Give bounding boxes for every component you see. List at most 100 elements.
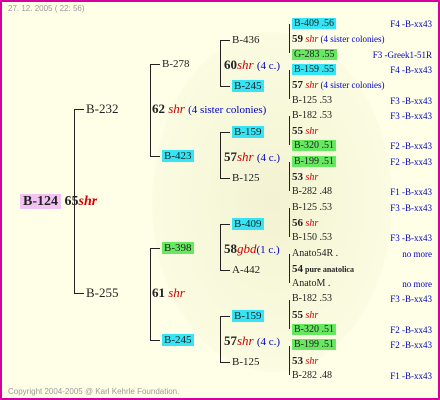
gen4-row: 56 shr [292, 217, 318, 230]
sire-note: (4 sister colonies) [188, 104, 267, 116]
gen4-id: B-199 .51 [292, 156, 336, 167]
connector-line [289, 70, 290, 99]
sire-id: B-232 [86, 101, 119, 116]
connector-line [289, 162, 290, 191]
gen3-g: B-159 [232, 310, 264, 322]
gen3-b: B-245 [232, 80, 264, 92]
dam-mating: 61 shr [152, 286, 185, 300]
gen4-race: shr [303, 126, 319, 137]
connector-root [74, 109, 75, 293]
mating-e: 58gbd(1 c.) [224, 242, 280, 257]
connector-line [220, 224, 221, 270]
gen4-origin: F3 -B-xx43 [390, 111, 432, 121]
sire-race: shr [168, 101, 185, 116]
gen4-origin: F4 -B-xx43 [390, 19, 432, 29]
timestamp: 27. 12. 2005 ( 22: 56) [8, 4, 85, 13]
connector-line [220, 362, 230, 363]
gen4-row: B-320 .51 [292, 324, 336, 336]
gen3-h: B-125 [232, 356, 260, 368]
gen4-id: B-150 .53 [292, 232, 332, 243]
connector-line [220, 270, 230, 271]
gen4-id: B-282 .48 [292, 370, 332, 381]
gen4-origin: no more [402, 249, 432, 259]
gen4-id: B-125 .53 [292, 202, 332, 213]
gen4-id: 55 [292, 309, 303, 321]
gen4-race: shr [303, 172, 319, 183]
mating-a-note: (4 c.) [256, 60, 281, 72]
gen4-id: B-182 .53 [292, 110, 332, 121]
mating-g-code: 57 [224, 333, 237, 348]
gen4-row: B-125 .53 [292, 202, 332, 214]
gen4-origin: F3 -B-xx43 [390, 96, 432, 106]
gen3-d: B-125 [232, 172, 260, 184]
connector-line [150, 340, 160, 341]
mating-g-note: (4 c.) [256, 336, 281, 348]
gen4-row: B-199 .51 [292, 156, 336, 168]
sire-code: 62 [152, 101, 165, 116]
connector-line [289, 254, 290, 283]
root-queen: B-124 65shr [20, 194, 97, 210]
gen4-id: B-282 .48 [292, 186, 332, 197]
gen4-id: 53 [292, 171, 303, 183]
connector-line [150, 64, 160, 65]
gen3-a: B-436 [232, 34, 260, 46]
gen2-d-d: B-245 [162, 334, 194, 346]
gen4-origin: no more [402, 279, 432, 289]
gen4-id: B-125 .53 [292, 95, 332, 106]
gen4-id: B-320 .51 [292, 140, 336, 151]
root-code: 65 [64, 194, 79, 209]
connector-line [220, 132, 230, 133]
root-id: B-124 [20, 194, 61, 209]
gen4-row: Anato54R . [292, 248, 338, 260]
gen4-row: B-159 .55 [292, 64, 336, 76]
connector-line [289, 346, 290, 375]
gen4-origin: F3 -B-xx43 [390, 203, 432, 213]
gen4-origin: F1 -B-xx43 [390, 371, 432, 381]
connector-line [150, 248, 160, 249]
gen4-id: B-199 .51 [292, 339, 336, 350]
gen4-id: 59 [292, 33, 303, 45]
gen4-race: shr [303, 80, 319, 91]
gen4-origin: F3 -B-xx43 [390, 294, 432, 304]
gen4-row: B-182 .53 [292, 293, 332, 305]
dam-id: B-255 [86, 285, 119, 300]
gen4-origin: F2 -B-xx43 [390, 157, 432, 167]
connector-line [220, 132, 221, 178]
mating-c-race: shr [237, 149, 254, 164]
gen4-id: B-320 .51 [292, 324, 336, 335]
pedigree-frame: 27. 12. 2005 ( 22: 56) B-124 65shr B-232… [0, 0, 440, 400]
connector-line [220, 40, 221, 86]
gen4-row: B-182 .53 [292, 110, 332, 122]
connector-line [289, 208, 290, 237]
gen4-id: 53 [292, 355, 303, 367]
gen4-race: shr [303, 34, 319, 45]
gen4-row: 54 pure anatolica [292, 263, 354, 276]
gen4-row: B-125 .53 [292, 95, 332, 107]
gen4-origin: F3 -B-xx43 [390, 233, 432, 243]
gen4-id: B-182 .53 [292, 293, 332, 304]
connector-line [220, 86, 230, 87]
gen4-race: shr [303, 218, 319, 229]
gen4-id: B-159 .55 [292, 64, 336, 75]
gen4-row: 59 shr (4 sister colonies) [292, 33, 385, 46]
gen4-row: B-409 .56 [292, 18, 336, 30]
mating-a-race: shr [237, 57, 254, 72]
gen4-row: 53 shr [292, 171, 318, 184]
connector-line [220, 224, 230, 225]
mating-g-race: shr [237, 333, 254, 348]
gen4-row: B-150 .53 [292, 232, 332, 244]
connector-line [289, 300, 290, 329]
dam-code: 61 [152, 285, 165, 300]
gen4-note: (4 sister colonies) [318, 80, 385, 90]
gen4-row: 57 shr (4 sister colonies) [292, 79, 385, 92]
gen4-origin: F2 -B-xx43 [390, 141, 432, 151]
mating-a-code: 60 [224, 57, 237, 72]
gen4-origin: F3 -Greek1-51R [372, 50, 432, 60]
gen4-row: 55 shr [292, 309, 318, 322]
gen4-origin: F1 -B-xx43 [390, 187, 432, 197]
gen4-id: 54 [292, 263, 303, 275]
mating-e-note: (1 c.) [256, 244, 280, 256]
gen4-id: AnatoM . [292, 278, 331, 289]
mating-a: 60shr (4 c.) [224, 58, 280, 73]
gen4-row: B-282 .48 [292, 186, 332, 198]
